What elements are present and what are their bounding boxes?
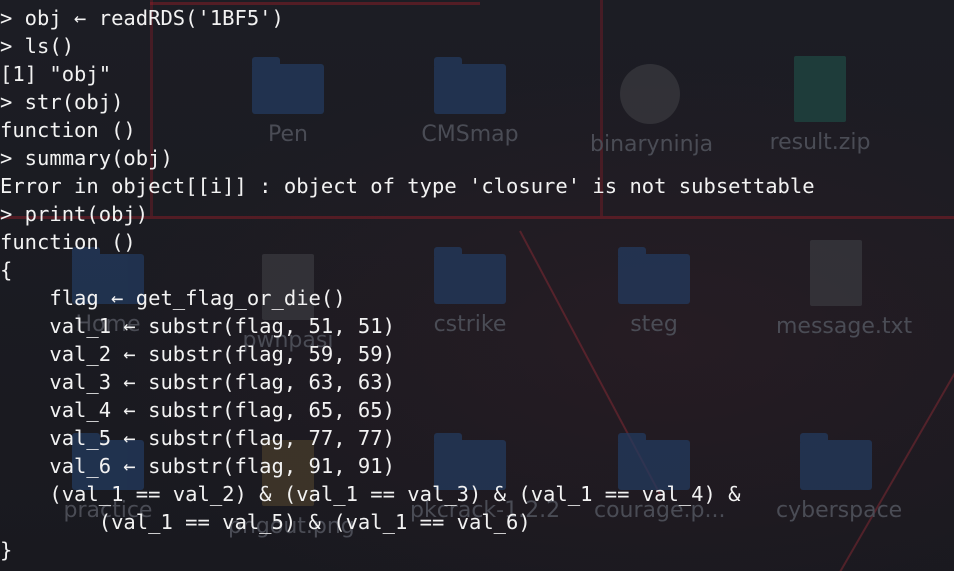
terminal-line: flag ← get_flag_or_die() xyxy=(0,286,346,310)
terminal-line: val_3 ← substr(flag, 63, 63) xyxy=(0,370,395,394)
terminal-line: val_6 ← substr(flag, 91, 91) xyxy=(0,454,395,478)
terminal-line: (val_1 == val_5) & (val_1 == val_6) xyxy=(0,510,531,534)
terminal-line: > summary(obj) xyxy=(0,146,173,170)
terminal-line: > ls() xyxy=(0,34,75,58)
terminal-line: { xyxy=(0,258,13,282)
terminal-line: function () xyxy=(0,230,136,254)
terminal-line: > print(obj) xyxy=(0,202,149,226)
terminal-line: val_5 ← substr(flag, 77, 77) xyxy=(0,426,395,450)
terminal-line: val_1 ← substr(flag, 51, 51) xyxy=(0,314,395,338)
terminal-line: } xyxy=(0,538,13,562)
terminal-line: Error in object[[i]] : object of type 'c… xyxy=(0,174,815,198)
terminal-line: (val_1 == val_2) & (val_1 == val_3) & (v… xyxy=(0,482,741,506)
terminal-line: > str(obj) xyxy=(0,90,124,114)
terminal-line: > obj ← readRDS('1BF5') xyxy=(0,6,284,30)
terminal-line: val_2 ← substr(flag, 59, 59) xyxy=(0,342,395,366)
terminal-line: val_4 ← substr(flag, 65, 65) xyxy=(0,398,395,422)
terminal-output[interactable]: > obj ← readRDS('1BF5') > ls() [1] "obj" > … xyxy=(0,0,954,571)
terminal-line: [1] "obj" xyxy=(0,62,112,86)
terminal-line: function () xyxy=(0,118,136,142)
